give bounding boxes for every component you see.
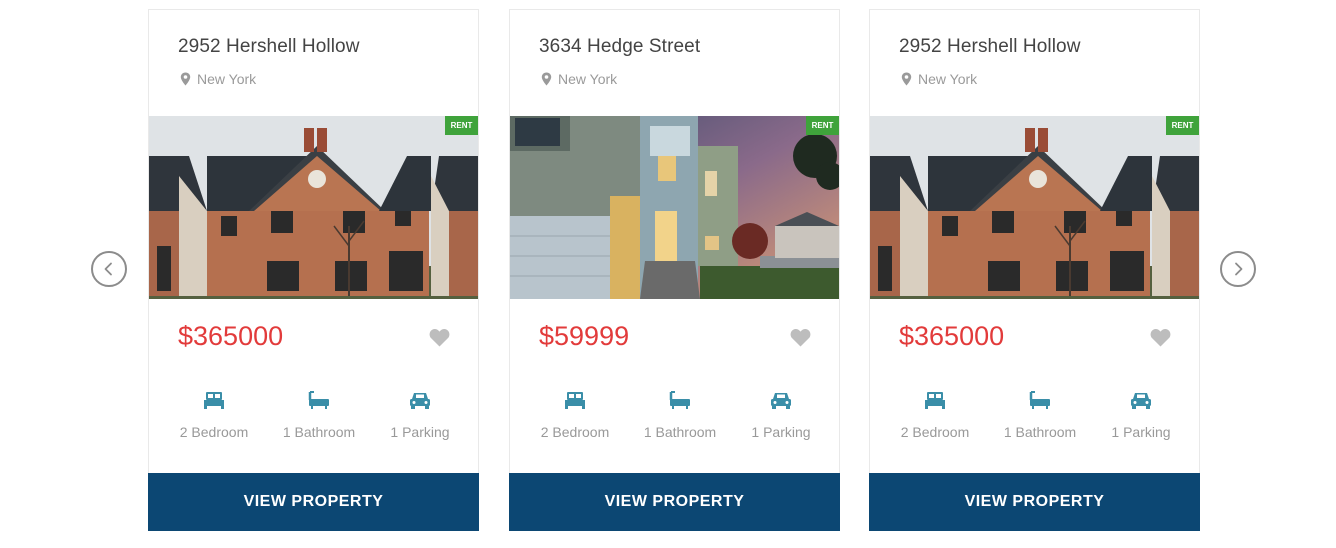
favorite-button[interactable] xyxy=(1150,328,1171,347)
bedroom-feature: 2 Bedroom xyxy=(539,390,611,440)
favorite-button[interactable] xyxy=(429,328,450,347)
property-features: 2 Bedroom 1 Bathroom 1 Parking xyxy=(510,390,839,450)
brick-house-photo xyxy=(149,116,478,299)
bedroom-feature: 2 Bedroom xyxy=(178,390,250,440)
bathtub-icon xyxy=(669,391,690,409)
property-title[interactable]: 3634 Hedge Street xyxy=(539,36,700,58)
brick-house-photo xyxy=(870,116,1199,299)
location-label: New York xyxy=(197,71,257,87)
property-price: $365000 xyxy=(178,321,284,351)
parking-count: 1 Parking xyxy=(1111,424,1171,440)
bed-icon xyxy=(565,392,585,409)
bathtub-icon xyxy=(308,391,329,409)
bedroom-count: 2 Bedroom xyxy=(900,424,970,440)
bedroom-feature: 2 Bedroom xyxy=(899,390,971,440)
parking-feature: 1 Parking xyxy=(1109,390,1173,440)
car-icon xyxy=(410,393,430,409)
bathroom-feature: 1 Bathroom xyxy=(279,390,359,440)
property-features: 2 Bedroom 1 Bathroom 1 Parking xyxy=(870,390,1199,450)
bedroom-count: 2 Bedroom xyxy=(540,424,610,440)
property-features: 2 Bedroom 1 Bathroom 1 Parking xyxy=(149,390,478,450)
parking-count: 1 Parking xyxy=(751,424,811,440)
carousel-prev-button[interactable] xyxy=(91,251,127,287)
map-pin-icon xyxy=(180,72,191,86)
rent-badge: RENT xyxy=(1166,116,1199,135)
rent-badge: RENT xyxy=(445,116,478,135)
bathroom-feature: 1 Bathroom xyxy=(1000,390,1080,440)
property-photo[interactable]: RENT xyxy=(149,116,478,299)
property-title[interactable]: 2952 Hershell Hollow xyxy=(899,36,1081,58)
property-title[interactable]: 2952 Hershell Hollow xyxy=(178,36,360,58)
property-card: 2952 Hershell Hollow New York RENT $3650… xyxy=(148,9,479,531)
location-label: New York xyxy=(558,71,618,87)
bed-icon xyxy=(925,392,945,409)
car-icon xyxy=(771,393,791,409)
bathroom-count: 1 Bathroom xyxy=(282,424,356,440)
view-property-button[interactable]: VIEW PROPERTY xyxy=(869,473,1200,531)
heart-icon xyxy=(1150,329,1171,347)
parking-count: 1 Parking xyxy=(390,424,450,440)
heart-icon xyxy=(790,329,811,347)
property-card: 3634 Hedge Street New York RENT $59999 2… xyxy=(509,9,840,531)
property-carousel: 2952 Hershell Hollow New York RENT $3650… xyxy=(0,0,1336,548)
favorite-button[interactable] xyxy=(790,328,811,347)
property-price: $59999 xyxy=(539,321,630,351)
view-property-button[interactable]: VIEW PROPERTY xyxy=(148,473,479,531)
bathroom-count: 1 Bathroom xyxy=(643,424,717,440)
property-photo[interactable]: RENT xyxy=(510,116,839,299)
carousel-next-button[interactable] xyxy=(1220,251,1256,287)
property-location: New York xyxy=(180,71,256,87)
parking-feature: 1 Parking xyxy=(388,390,452,440)
property-card: 2952 Hershell Hollow New York RENT $3650… xyxy=(869,9,1200,531)
view-property-button[interactable]: VIEW PROPERTY xyxy=(509,473,840,531)
chevron-right-icon xyxy=(1235,262,1243,276)
bedroom-count: 2 Bedroom xyxy=(179,424,249,440)
bed-icon xyxy=(204,392,224,409)
bathtub-icon xyxy=(1029,391,1050,409)
property-location: New York xyxy=(901,71,977,87)
modern-house-dusk-photo xyxy=(510,116,839,299)
car-icon xyxy=(1131,393,1151,409)
property-location: New York xyxy=(541,71,617,87)
parking-feature: 1 Parking xyxy=(749,390,813,440)
chevron-left-icon xyxy=(104,262,112,276)
property-photo[interactable]: RENT xyxy=(870,116,1199,299)
rent-badge: RENT xyxy=(806,116,839,135)
bathroom-feature: 1 Bathroom xyxy=(640,390,720,440)
location-label: New York xyxy=(918,71,978,87)
bathroom-count: 1 Bathroom xyxy=(1003,424,1077,440)
map-pin-icon xyxy=(901,72,912,86)
heart-icon xyxy=(429,329,450,347)
map-pin-icon xyxy=(541,72,552,86)
property-price: $365000 xyxy=(899,321,1005,351)
